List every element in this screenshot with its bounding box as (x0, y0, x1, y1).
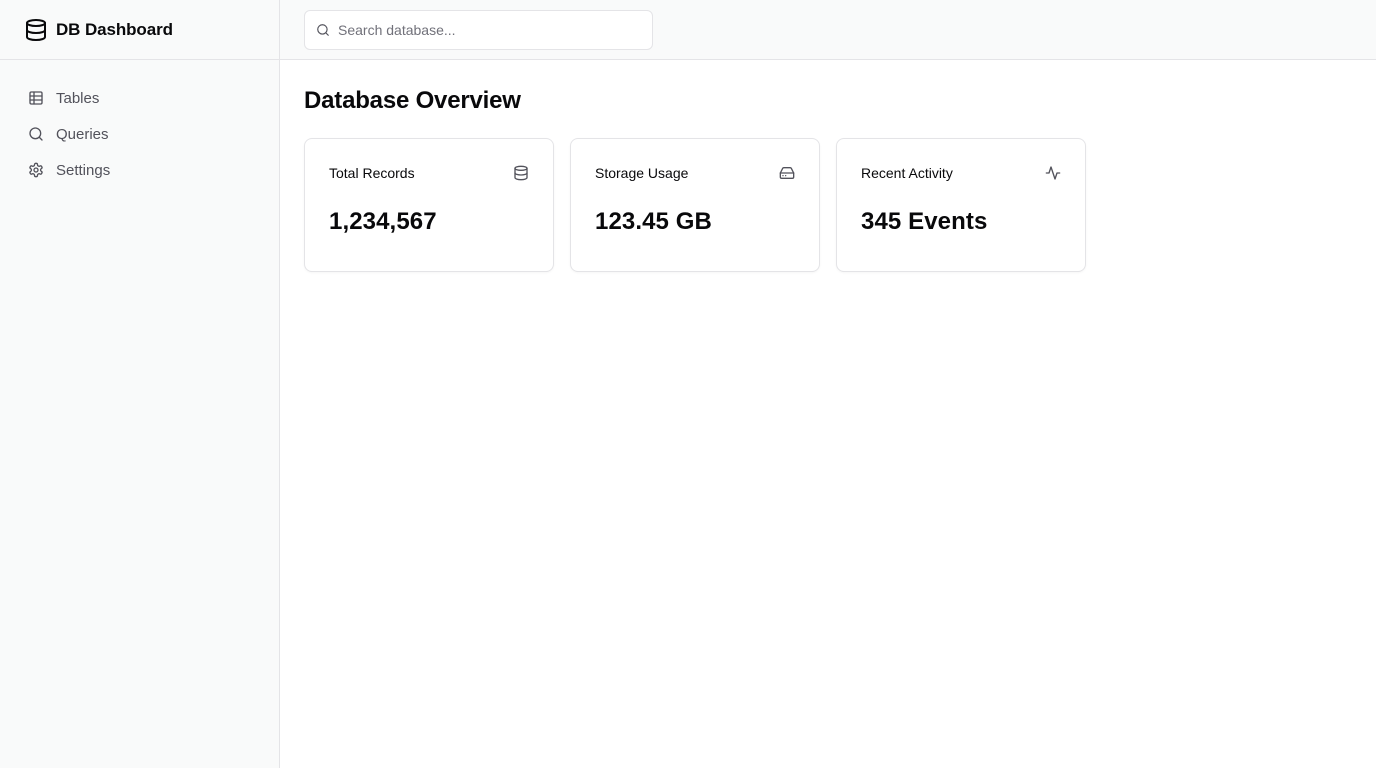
card-label: Recent Activity (861, 165, 953, 181)
search-box[interactable] (304, 9, 653, 50)
page-title: Database Overview (304, 87, 521, 114)
stats-cards: Total Records 1,234,567 Storage Usage 12… (304, 138, 1352, 272)
card-value: 123.45 GB (595, 208, 712, 235)
stat-card-recent-activity: Recent Activity 345 Events (836, 138, 1086, 272)
content: Database Overview Total Records 1,234,56… (280, 60, 1376, 296)
search-input[interactable] (338, 21, 628, 38)
card-label: Total Records (329, 165, 415, 181)
top-bar (280, 0, 1376, 60)
sidebar-item-label: Settings (56, 161, 111, 179)
card-label: Storage Usage (595, 165, 689, 181)
sidebar-item-label: Tables (56, 89, 100, 107)
brand[interactable]: DB Dashboard (0, 0, 279, 60)
sidebar-item-queries[interactable]: Queries (16, 116, 263, 152)
stat-card-total-records: Total Records 1,234,567 (304, 138, 554, 272)
card-value: 345 Events (861, 208, 988, 235)
activity-icon (1045, 165, 1061, 181)
sidebar-item-settings[interactable]: Settings (16, 152, 263, 188)
database-icon (513, 165, 529, 181)
stat-card-storage-usage: Storage Usage 123.45 GB (570, 138, 820, 272)
app-root: DB Dashboard Tables Queries Settings Sea… (0, 0, 1376, 768)
table-icon (28, 90, 44, 106)
main-area: Database Overview Total Records (280, 0, 1376, 768)
search-icon (316, 23, 330, 37)
sidebar-item-tables[interactable]: Tables (16, 80, 263, 116)
search-icon (28, 126, 44, 142)
card-value: 1,234,567 (329, 208, 437, 235)
hard-drive-icon (779, 165, 795, 181)
database-icon (24, 18, 48, 42)
gear-icon (28, 162, 44, 178)
sidebar-nav: Tables Queries Settings (0, 60, 279, 188)
sidebar-item-label: Queries (56, 125, 109, 143)
brand-title: DB Dashboard (56, 19, 173, 39)
sidebar: DB Dashboard Tables Queries Settings (0, 0, 280, 768)
